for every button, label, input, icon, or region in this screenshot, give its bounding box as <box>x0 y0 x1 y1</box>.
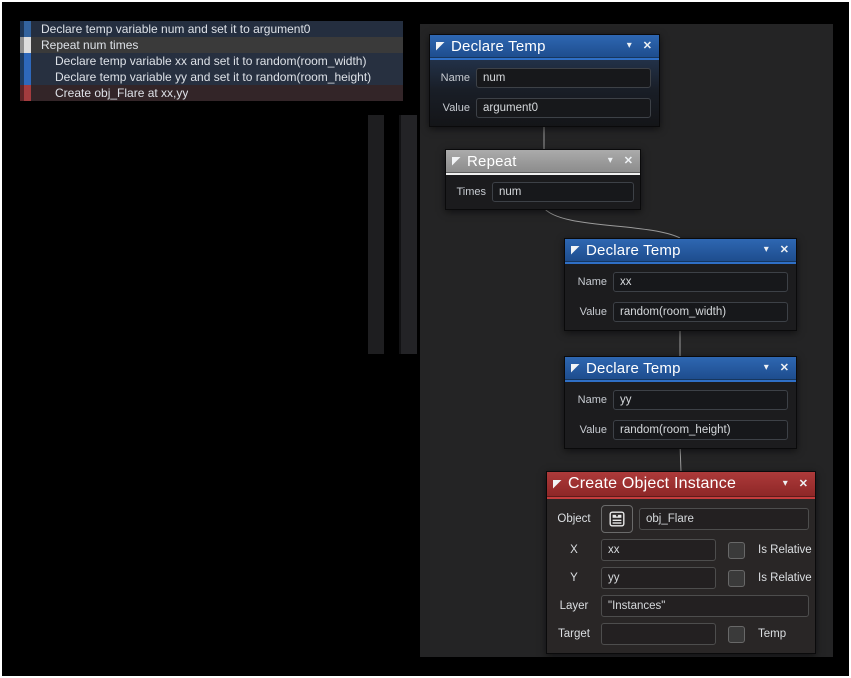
block-header[interactable]: Repeat ▾ ✕ <box>446 150 640 173</box>
is-relative-label: Is Relative <box>758 572 812 584</box>
field-label-name: Name <box>438 72 470 84</box>
block-title: Repeat <box>467 153 517 170</box>
block-declare-temp-num: Declare Temp ▾ ✕ Name Value <box>429 34 660 127</box>
block-header[interactable]: Declare Temp ▾ ✕ <box>565 239 796 262</box>
block-title: Declare Temp <box>586 242 681 259</box>
action-color-bar <box>20 85 31 101</box>
target-input[interactable] <box>601 623 716 645</box>
action-list-row-label: Declare temp variable yy and set it to r… <box>31 69 371 85</box>
action-list-row-label: Create obj_Flare at xx,yy <box>31 85 188 101</box>
times-input[interactable] <box>492 182 634 202</box>
close-icon[interactable]: ✕ <box>780 363 789 374</box>
block-repeat: Repeat ▾ ✕ Times <box>445 149 641 210</box>
panel-strip-left <box>368 115 384 354</box>
target-temp-checkbox[interactable] <box>728 626 745 643</box>
y-is-relative-checkbox[interactable] <box>728 570 745 587</box>
action-list-row[interactable]: Repeat num times <box>20 37 403 53</box>
action-color-bar <box>20 53 31 69</box>
temp-label: Temp <box>758 628 786 640</box>
block-header[interactable]: Declare Temp ▾ ✕ <box>430 35 659 58</box>
close-icon[interactable]: ✕ <box>643 41 652 52</box>
x-is-relative-checkbox[interactable] <box>728 542 745 559</box>
field-label-layer: Layer <box>553 600 595 612</box>
block-declare-temp-yy: Declare Temp ▾ ✕ Name Value <box>564 356 797 449</box>
value-input[interactable] <box>613 420 788 440</box>
menu-arrow-icon[interactable]: ▾ <box>764 363 769 373</box>
name-input[interactable] <box>476 68 651 88</box>
name-input[interactable] <box>613 272 788 292</box>
block-title: Create Object Instance <box>568 475 736 493</box>
field-label-y: Y <box>553 572 595 584</box>
close-icon[interactable]: ✕ <box>799 479 808 490</box>
dnd-canvas[interactable]: Declare Temp ▾ ✕ Name Value <box>420 24 833 657</box>
layer-input[interactable] <box>601 595 809 617</box>
collapse-triangle-icon[interactable] <box>571 364 580 373</box>
collapse-triangle-icon[interactable] <box>436 42 445 51</box>
block-title: Declare Temp <box>586 360 681 377</box>
action-list-row[interactable]: Declare temp variable xx and set it to r… <box>20 53 403 69</box>
field-label-x: X <box>553 544 595 556</box>
y-input[interactable] <box>601 567 716 589</box>
field-label-name: Name <box>573 276 607 288</box>
action-color-bar <box>20 69 31 85</box>
block-create-object-instance: Create Object Instance ▾ ✕ Object <box>546 471 816 654</box>
action-list-row-label: Declare temp variable xx and set it to r… <box>31 53 366 69</box>
value-input[interactable] <box>476 98 651 118</box>
field-label-value: Value <box>438 102 470 114</box>
action-list: Declare temp variable num and set it to … <box>20 21 403 101</box>
action-list-row[interactable]: Declare temp variable yy and set it to r… <box>20 69 403 85</box>
collapse-triangle-icon[interactable] <box>571 246 580 255</box>
action-list-row[interactable]: Declare temp variable num and set it to … <box>20 21 403 37</box>
action-list-row[interactable]: Create obj_Flare at xx,yy <box>20 85 403 101</box>
action-color-bar <box>20 21 31 37</box>
action-list-row-label: Declare temp variable num and set it to … <box>31 21 310 37</box>
field-label-object: Object <box>553 513 595 525</box>
value-input[interactable] <box>613 302 788 322</box>
field-label-value: Value <box>573 306 607 318</box>
block-header[interactable]: Create Object Instance ▾ ✕ <box>547 472 815 497</box>
close-icon[interactable]: ✕ <box>624 156 633 167</box>
is-relative-label: Is Relative <box>758 544 812 556</box>
field-label-value: Value <box>573 424 607 436</box>
editor-background: Declare temp variable num and set it to … <box>2 2 849 676</box>
name-input[interactable] <box>613 390 788 410</box>
object-list-icon <box>609 511 625 527</box>
field-label-target: Target <box>553 628 595 640</box>
panel-strip-right <box>399 115 417 354</box>
object-picker-button[interactable] <box>601 505 633 533</box>
close-icon[interactable]: ✕ <box>780 245 789 256</box>
action-color-bar <box>20 37 31 53</box>
menu-arrow-icon[interactable]: ▾ <box>764 245 769 255</box>
field-label-times: Times <box>452 186 486 198</box>
collapse-triangle-icon[interactable] <box>452 157 461 166</box>
x-input[interactable] <box>601 539 716 561</box>
menu-arrow-icon[interactable]: ▾ <box>627 41 632 51</box>
block-declare-temp-xx: Declare Temp ▾ ✕ Name Value <box>564 238 797 331</box>
menu-arrow-icon[interactable]: ▾ <box>608 156 613 166</box>
object-input[interactable] <box>639 508 809 530</box>
field-label-name: Name <box>573 394 607 406</box>
menu-arrow-icon[interactable]: ▾ <box>783 479 788 489</box>
block-title: Declare Temp <box>451 38 546 55</box>
collapse-triangle-icon[interactable] <box>553 480 562 489</box>
action-list-row-label: Repeat num times <box>31 37 138 53</box>
block-header[interactable]: Declare Temp ▾ ✕ <box>565 357 796 380</box>
